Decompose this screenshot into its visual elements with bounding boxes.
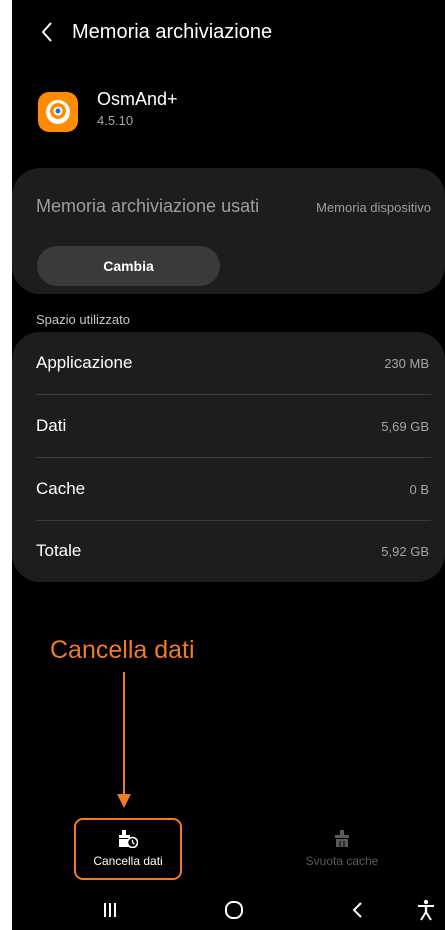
- accessibility-icon: [418, 899, 434, 921]
- change-storage-button[interactable]: Cambia: [37, 246, 220, 286]
- app-name: OsmAnd+: [97, 89, 178, 109]
- system-navigation-bar: [12, 888, 445, 930]
- usage-row-value: 5,69 GB: [381, 418, 429, 434]
- usage-row-total: Totale 5,92 GB: [36, 520, 431, 582]
- annotation-callout-text: Cancella dati: [50, 636, 195, 664]
- clear-cache-button[interactable]: Svuota cache: [288, 818, 396, 880]
- usage-row-label: Dati: [36, 416, 67, 435]
- usage-row-cache: Cache 0 B: [36, 458, 431, 520]
- recent-apps-icon: [104, 903, 116, 917]
- usage-row-data: Dati 5,69 GB: [36, 395, 431, 457]
- screen: Memoria archiviazione OsmAnd+ 4.5.10 Mem…: [0, 0, 445, 930]
- storage-location-value: Memoria dispositivo: [316, 200, 431, 215]
- clear-data-icon: [119, 830, 138, 848]
- storage-card: Memoria archiviazione usati Memoria disp…: [12, 168, 445, 294]
- usage-row-label: Cache: [36, 479, 86, 498]
- usage-row-value: 5,92 GB: [381, 543, 429, 559]
- clear-data-button[interactable]: Cancella dati: [74, 818, 182, 880]
- usage-row-application: Applicazione 230 MB: [36, 332, 431, 394]
- usage-row-label: Applicazione: [36, 353, 133, 372]
- recent-apps-button[interactable]: [90, 894, 130, 926]
- clear-data-label: Cancella dati: [93, 854, 163, 868]
- app-bar: Memoria archiviazione: [12, 12, 445, 52]
- clear-cache-icon: [335, 830, 349, 847]
- accessibility-button[interactable]: [406, 894, 445, 926]
- usage-row-label: Totale: [36, 541, 82, 560]
- usage-row-value: 230 MB: [384, 355, 429, 371]
- usage-row-value: 0 B: [409, 481, 429, 497]
- nav-back-button[interactable]: [337, 894, 377, 926]
- usage-card: Applicazione 230 MB Dati 5,69 GB Cache 0…: [12, 332, 445, 582]
- annotation-arrow-icon: [117, 672, 131, 808]
- page-title: Memoria archiviazione: [72, 21, 273, 43]
- back-icon: [352, 902, 362, 918]
- space-used-section-label: Spazio utilizzato: [36, 312, 130, 327]
- storage-used-label: Memoria archiviazione usati: [36, 196, 260, 216]
- chevron-left-icon: [41, 22, 52, 42]
- home-icon: [225, 901, 243, 919]
- phone-screen: Memoria archiviazione OsmAnd+ 4.5.10 Mem…: [12, 0, 445, 930]
- back-button[interactable]: [34, 18, 60, 46]
- home-button[interactable]: [214, 894, 254, 926]
- app-version: 4.5.10: [97, 113, 134, 128]
- osmand-app-icon: [38, 92, 78, 132]
- clear-cache-label: Svuota cache: [305, 854, 379, 868]
